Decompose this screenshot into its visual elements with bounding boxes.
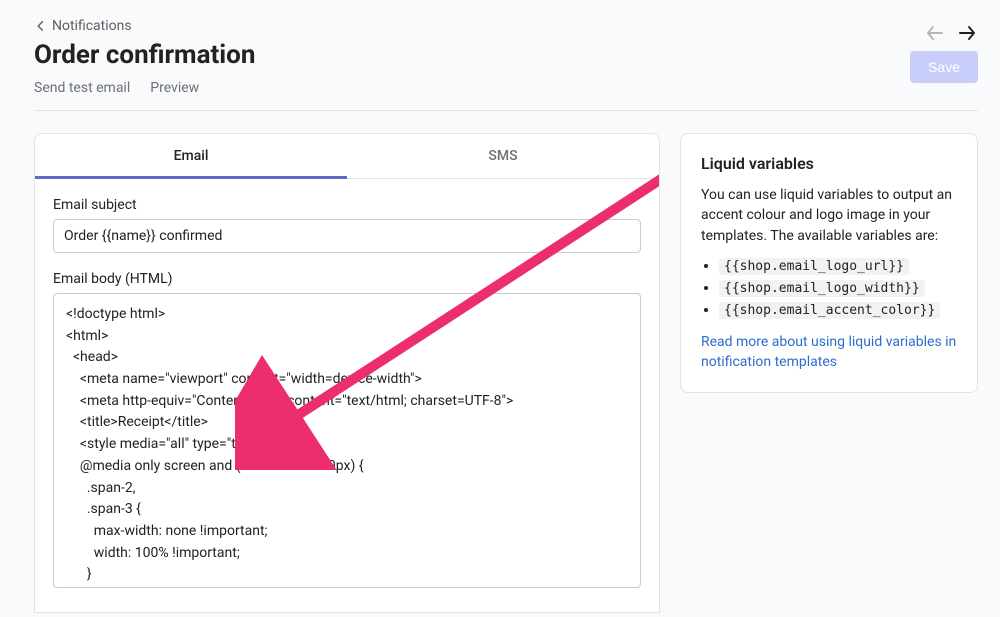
main-card: Email SMS Email subject Email body (HTML…	[34, 133, 660, 613]
prev-arrow[interactable]	[924, 22, 946, 44]
liquid-variables-list: {{shop.email_logo_url}} {{shop.email_log…	[701, 258, 957, 318]
liquid-var: {{shop.email_logo_url}}	[719, 258, 909, 275]
liquid-variables-card: Liquid variables You can use liquid vari…	[680, 133, 978, 393]
divider	[34, 110, 978, 111]
liquid-var: {{shop.email_accent_color}}	[719, 302, 940, 319]
breadcrumb-label: Notifications	[52, 18, 132, 34]
page-title: Order confirmation	[34, 40, 924, 70]
learn-more-link[interactable]: Read more about using liquid variables i…	[701, 334, 956, 370]
preview-link[interactable]: Preview	[150, 80, 199, 96]
email-subject-input[interactable]	[53, 219, 641, 253]
breadcrumb[interactable]: Notifications	[34, 18, 924, 34]
email-body-input[interactable]: <!doctype html> <html> <head> <meta name…	[53, 293, 641, 588]
list-item: {{shop.email_accent_color}}	[719, 302, 957, 318]
arrow-left-icon	[925, 23, 945, 43]
list-item: {{shop.email_logo_width}}	[719, 280, 957, 296]
email-body-label: Email body (HTML)	[53, 271, 641, 287]
next-arrow[interactable]	[956, 22, 978, 44]
save-button[interactable]: Save	[910, 51, 978, 83]
liquid-var: {{shop.email_logo_width}}	[719, 280, 925, 297]
chevron-left-icon	[34, 19, 48, 33]
tab-sms[interactable]: SMS	[347, 134, 659, 178]
arrow-right-icon	[957, 23, 977, 43]
tab-email[interactable]: Email	[35, 134, 347, 178]
liquid-variables-title: Liquid variables	[701, 154, 957, 173]
list-item: {{shop.email_logo_url}}	[719, 258, 957, 274]
email-subject-label: Email subject	[53, 197, 641, 213]
liquid-variables-desc: You can use liquid variables to output a…	[701, 185, 957, 246]
send-test-email-link[interactable]: Send test email	[34, 80, 130, 96]
